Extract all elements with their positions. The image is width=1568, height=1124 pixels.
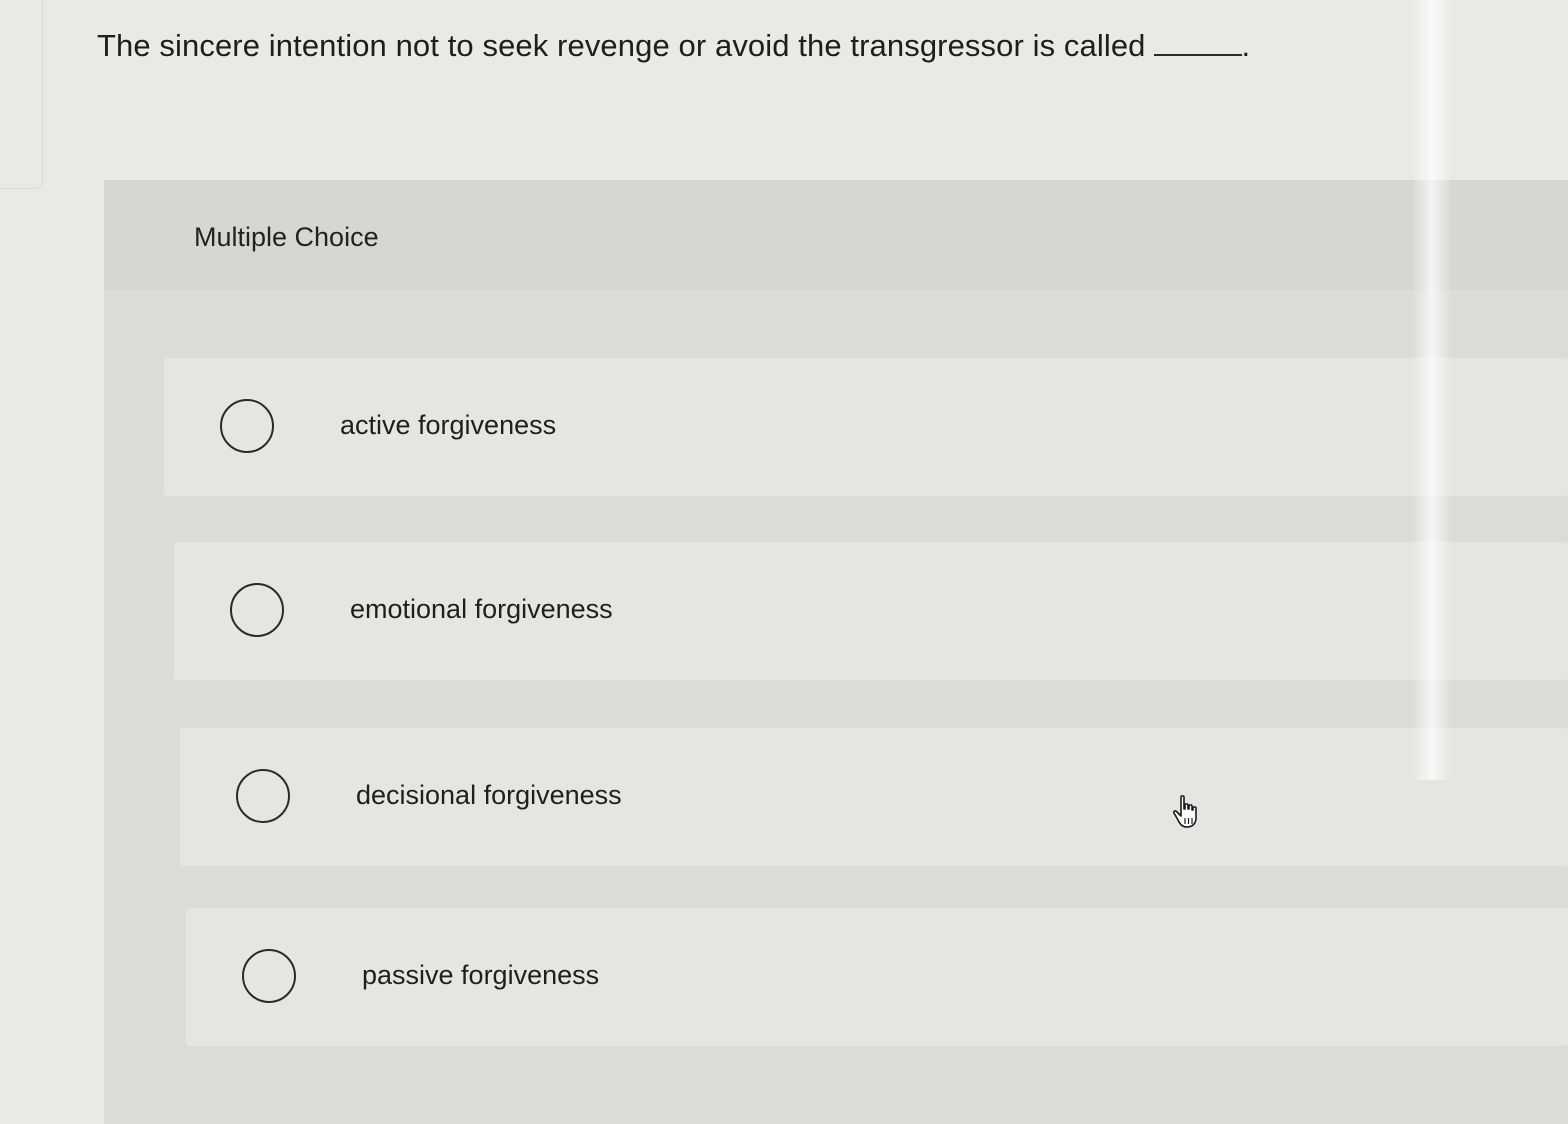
radio-button[interactable]: [242, 949, 296, 1003]
answer-option-label: active forgiveness: [340, 410, 557, 440]
question-text: The sincere intention not to seek reveng…: [97, 28, 1146, 63]
radio-button[interactable]: [230, 583, 284, 637]
left-edge-panel: [0, 0, 43, 189]
radio-button[interactable]: [236, 769, 290, 823]
question-type-label: Multiple Choice: [194, 222, 379, 252]
answer-option-label: decisional forgiveness: [356, 780, 622, 810]
question-prompt: The sincere intention not to seek reveng…: [97, 28, 1250, 64]
answer-option[interactable]: passive forgiveness: [186, 908, 1568, 1046]
answer-option[interactable]: active forgiveness: [164, 358, 1568, 496]
radio-button[interactable]: [220, 399, 274, 453]
answer-option[interactable]: decisional forgiveness: [180, 728, 1568, 866]
multiple-choice-panel: Multiple Choice active forgiveness emoti…: [104, 180, 1568, 1124]
answer-option-label: passive forgiveness: [362, 960, 600, 990]
answer-option[interactable]: emotional forgiveness: [174, 542, 1568, 680]
hand-pointer-icon: [1172, 795, 1197, 828]
answer-blank: [1153, 34, 1242, 56]
question-end-punct: .: [1241, 28, 1251, 63]
answer-option-label: emotional forgiveness: [350, 594, 613, 624]
panel-header: Multiple Choice: [104, 180, 1568, 290]
